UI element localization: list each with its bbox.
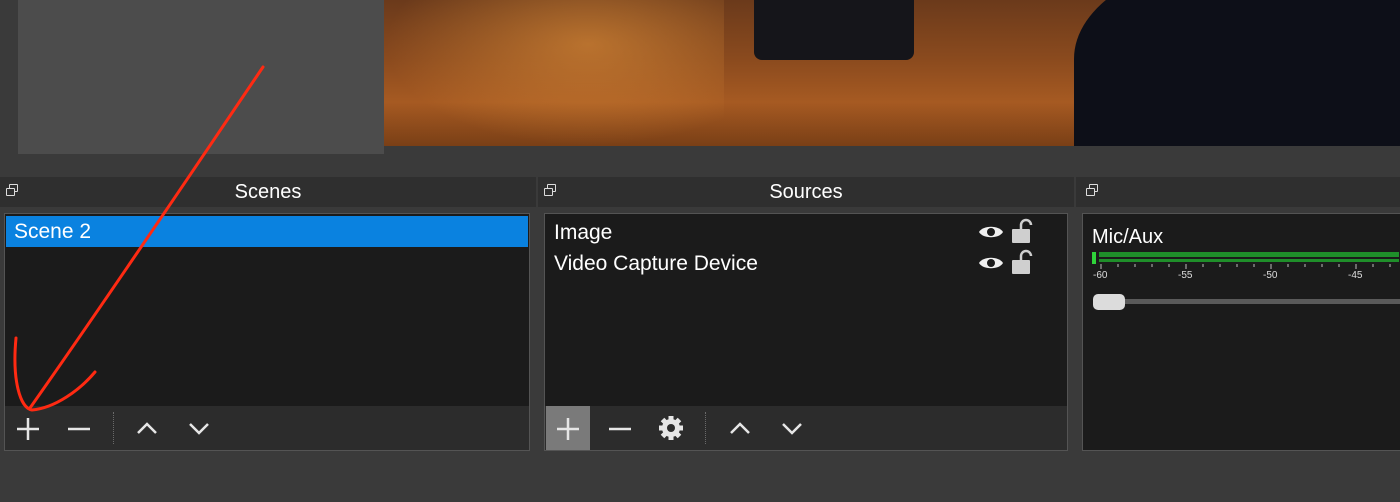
unlock-icon[interactable] — [1011, 218, 1033, 244]
move-source-down-button[interactable] — [770, 406, 814, 450]
plus-icon — [17, 418, 39, 440]
minus-icon — [609, 427, 631, 431]
unlock-icon[interactable] — [1011, 249, 1033, 275]
chevron-up-icon — [137, 422, 157, 434]
chevron-up-icon — [730, 422, 750, 434]
chevron-down-icon — [782, 423, 802, 435]
plus-icon — [557, 418, 579, 440]
sources-toolbar — [545, 406, 1067, 450]
source-label: Image — [554, 221, 613, 244]
eye-icon[interactable] — [977, 222, 1005, 242]
meter-scale-label: -45 — [1348, 270, 1363, 281]
sources-list[interactable]: Image Video Capture Device — [544, 213, 1068, 451]
scenes-title: Scenes — [234, 181, 302, 203]
add-source-button[interactable] — [546, 406, 590, 450]
sources-title: Sources — [769, 181, 843, 203]
toolbar-separator — [705, 412, 706, 444]
preview-video-frame[interactable] — [384, 0, 1400, 146]
eye-icon[interactable] — [977, 253, 1005, 273]
meter-scale-label: -50 — [1263, 270, 1278, 281]
meter-scale-label: -55 — [1178, 270, 1193, 281]
scenes-toolbar — [5, 406, 529, 450]
video-light — [384, 0, 724, 146]
scenes-dock-header: Scenes — [0, 177, 536, 207]
volume-slider-track[interactable] — [1101, 299, 1400, 304]
audio-mixer: Mic/Aux -60 -55 -50 -45 — [1082, 213, 1400, 451]
toolbar-separator — [113, 412, 114, 444]
mixer-channel-name: Mic/Aux — [1092, 226, 1164, 248]
volume-slider-handle[interactable] — [1093, 294, 1125, 310]
add-scene-button[interactable] — [6, 406, 50, 450]
float-dock-icon[interactable] — [1086, 184, 1098, 196]
minus-icon — [68, 427, 90, 431]
meter-scale-label: -60 — [1093, 270, 1108, 281]
gear-icon — [659, 416, 683, 440]
scenes-list[interactable]: Scene 2 — [4, 213, 530, 451]
scene-item[interactable]: Scene 2 — [6, 216, 528, 247]
move-source-up-button[interactable] — [718, 406, 762, 450]
preview-canvas-empty — [18, 0, 384, 154]
meter-peak-indicator — [1092, 252, 1096, 264]
sources-dock-header: Sources — [538, 177, 1074, 207]
remove-scene-button[interactable] — [57, 406, 101, 450]
move-scene-down-button[interactable] — [177, 406, 221, 450]
video-camera-object — [754, 0, 914, 60]
chevron-down-icon — [189, 423, 209, 435]
mixer-dock-header — [1076, 177, 1400, 207]
source-label: Video Capture Device — [554, 252, 758, 275]
volume-meter-bar — [1099, 252, 1399, 257]
source-properties-button[interactable] — [649, 406, 693, 450]
video-person — [1074, 0, 1400, 146]
remove-source-button[interactable] — [598, 406, 642, 450]
volume-meter-bar — [1099, 259, 1399, 262]
move-scene-up-button[interactable] — [125, 406, 169, 450]
